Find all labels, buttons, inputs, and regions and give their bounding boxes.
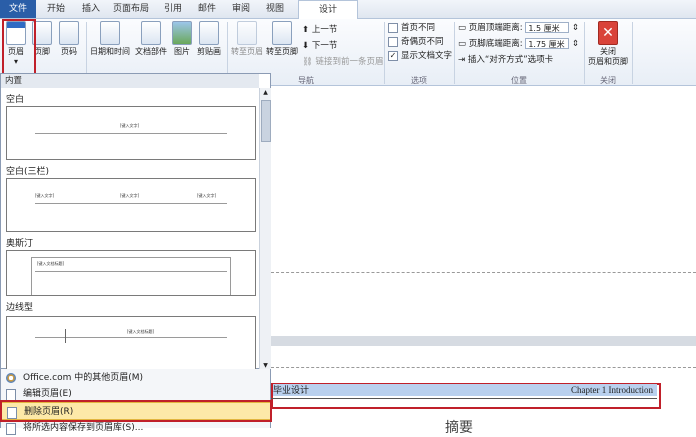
tab-review[interactable]: 审阅 (224, 0, 258, 18)
thumb-placeholder: [键入文字] (120, 123, 140, 128)
goto-header-icon (237, 21, 257, 45)
link-to-previous-button[interactable]: ⛓ 链接到前一条页眉 (302, 56, 384, 68)
scroll-up-icon[interactable]: ▲ (261, 88, 270, 97)
tab-insert[interactable]: 插入 (74, 0, 108, 18)
footer-separator (271, 272, 696, 273)
date-time-button[interactable]: 日期和时间 (88, 21, 132, 57)
thumb-placeholder: [键入文字] (120, 193, 140, 198)
goto-footer-button[interactable]: 转至页脚 (265, 21, 299, 57)
group-label-close: 关闭 (600, 76, 616, 85)
picture-icon (172, 21, 192, 45)
gallery-scrollbar[interactable]: ▲ ▼ (259, 88, 271, 370)
tab-references[interactable]: 引用 (156, 0, 190, 18)
spinner-icon[interactable]: ⇕ (572, 39, 579, 49)
gallery-item-label: 边线型 (6, 303, 34, 313)
ribbon-tab-bar: 文件 开始 插入 页面布局 引用 邮件 审阅 视图 设计 (0, 0, 696, 20)
header-left-text: 毕业设计 (273, 385, 310, 395)
checkbox-unchecked-icon (388, 22, 398, 33)
page-top (271, 86, 696, 336)
header-text-selection[interactable]: 毕业设计 Chapter 1 Introduction (273, 384, 657, 396)
page-number-button[interactable]: 页码 (56, 21, 82, 57)
link-icon: ⛓ (302, 57, 313, 67)
doc-parts-button[interactable]: 文档部件 (132, 21, 170, 57)
thumb-placeholder: [键入文档标题] (37, 261, 65, 266)
next-section-button[interactable]: ⬇ 下一节 (302, 40, 337, 52)
gallery-item-sideline[interactable]: [键入文档标题] (6, 316, 256, 370)
odd-even-checkbox[interactable]: 奇偶页不同 (388, 36, 444, 48)
gallery-item-blank[interactable]: [键入文字] (6, 106, 256, 160)
header-separator (271, 367, 696, 368)
header-top-input[interactable]: 1.5 厘米 (525, 22, 570, 33)
header-right-text: Chapter 1 Introduction (571, 385, 653, 395)
body-heading: 摘要 (445, 420, 473, 436)
checkbox-unchecked-icon (388, 36, 398, 47)
goto-footer-icon (272, 21, 292, 45)
calendar-icon (100, 21, 120, 45)
picture-button[interactable]: 图片 (170, 21, 194, 57)
thumb-placeholder: [键入文字] (197, 193, 217, 198)
tab-mailings[interactable]: 邮件 (190, 0, 224, 18)
clipart-button[interactable]: 剪贴画 (194, 21, 224, 57)
remove-header-highlight (0, 400, 272, 422)
insert-align-tab-button[interactable]: ⇥ 插入“对齐方式”选项卡 (458, 54, 553, 66)
tab-view[interactable]: 视图 (258, 0, 292, 18)
header-gallery-dropdown: 内置 空白 [键入文字] 空白(三栏) [键入文字] [键入文字] [键入文字]… (0, 73, 271, 370)
group-label-options: 选项 (411, 76, 427, 85)
align-tab-icon: ⇥ (458, 55, 466, 65)
footer-bottom-distance: ▭ 页脚底端距离: 1.75 厘米 ⇕ (458, 38, 580, 49)
thumb-placeholder: [键入文档标题] (127, 329, 155, 334)
tab-page-layout[interactable]: 页面布局 (108, 0, 154, 18)
gallery-item-label: 奥斯汀 (6, 239, 34, 249)
header-top-distance: ▭ 页眉顶端距离: 1.5 厘米 ⇕ (458, 22, 580, 33)
gallery-item-label: 空白 (6, 95, 25, 105)
footer-bottom-input[interactable]: 1.75 厘米 (525, 38, 570, 49)
gallery-section-header: 内置 (1, 74, 259, 88)
close-header-footer-button[interactable]: ✕ 关闭 页眉和页脚 (586, 21, 630, 67)
gallery-item-label: 空白(三栏) (6, 167, 50, 177)
different-first-page-checkbox[interactable]: 首页不同 (388, 22, 435, 34)
footer-distance-icon: ▭ (458, 39, 467, 49)
prev-section-button[interactable]: ⬆ 上一节 (302, 24, 337, 36)
prev-section-icon: ⬆ (302, 25, 310, 35)
doc-parts-icon (141, 21, 161, 45)
gallery-item-blank-three-column[interactable]: [键入文字] [键入文字] [键入文字] (6, 178, 256, 232)
spinner-icon[interactable]: ⇕ (572, 23, 579, 33)
next-section-icon: ⬇ (302, 41, 310, 51)
tab-home[interactable]: 开始 (38, 0, 74, 18)
header-rule (271, 398, 657, 399)
scroll-thumb[interactable] (261, 100, 271, 142)
gallery-item-austin[interactable]: [键入文档标题] (6, 250, 256, 296)
header-distance-icon: ▭ (458, 23, 467, 33)
thumb-placeholder: [键入文字] (35, 193, 55, 198)
tab-file[interactable]: 文件 (0, 0, 36, 18)
tab-design[interactable]: 设计 (298, 0, 358, 20)
show-doc-text-checkbox[interactable]: ✓ 显示文档文字 (388, 50, 452, 62)
save-to-gallery-icon (6, 423, 16, 435)
office-icon (6, 373, 16, 383)
page-number-icon (59, 21, 79, 45)
group-label-position: 位置 (511, 76, 527, 85)
clipart-icon (199, 21, 219, 45)
goto-header-button[interactable]: 转至页眉 (229, 21, 265, 57)
close-icon: ✕ (598, 21, 618, 45)
checkbox-checked-icon: ✓ (388, 50, 398, 61)
